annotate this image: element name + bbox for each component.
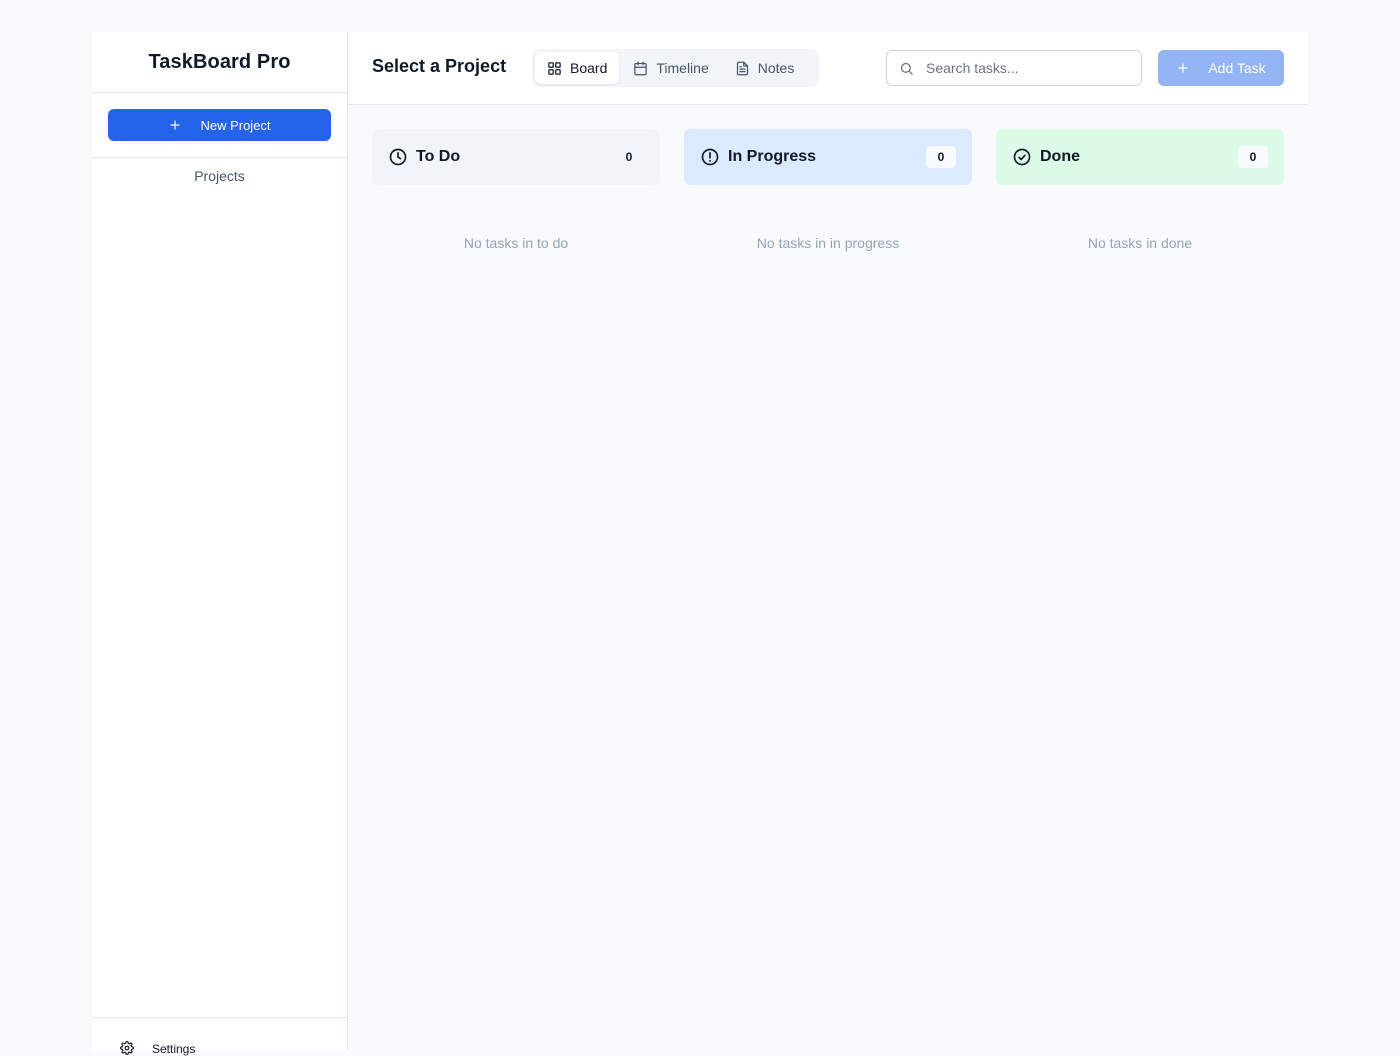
column-in-progress: In Progress 0 No tasks in in progress	[684, 129, 972, 251]
new-project-section: New Project	[92, 93, 347, 158]
empty-state: No tasks in done	[1087, 235, 1193, 251]
alert-circle-icon	[701, 148, 719, 166]
kanban-board: To Do 0 No tasks in to do In Progress 0 …	[372, 129, 1284, 251]
task-count-badge: 0	[926, 146, 956, 168]
add-task-label: Add Task	[1208, 60, 1266, 76]
plus-icon	[1178, 63, 1188, 73]
new-project-label: New Project	[200, 117, 271, 133]
empty-state: No tasks in in progress	[756, 235, 900, 251]
new-project-button[interactable]: New Project	[108, 109, 331, 141]
app-title: TaskBoard Pro	[92, 32, 347, 93]
task-count-badge: 0	[1238, 146, 1268, 168]
top-bar: Select a Project Board Timeline Notes Se…	[348, 32, 1308, 105]
search-input[interactable]	[926, 60, 1126, 76]
main-content: Select a Project Board Timeline Notes Se…	[348, 32, 1308, 1050]
tab-timeline[interactable]: Timeline	[621, 52, 720, 84]
column-header: Done 0	[996, 129, 1284, 185]
column-done: Done 0 No tasks in done	[996, 129, 1284, 251]
clock-icon	[389, 148, 407, 166]
search-box	[886, 50, 1142, 86]
column-header: To Do 0	[372, 129, 660, 185]
column-header: In Progress 0	[684, 129, 972, 185]
tab-label: Board	[570, 60, 608, 76]
plus-icon	[170, 120, 181, 130]
empty-state: No tasks in to do	[463, 235, 569, 251]
projects-heading: Projects	[194, 168, 245, 184]
app-window: TaskBoard Pro New Project Projects Setti…	[92, 32, 1308, 1056]
calendar-icon	[634, 61, 648, 75]
settings-label: Settings	[152, 1042, 196, 1056]
tab-label: Timeline	[656, 60, 709, 76]
settings-link[interactable]: Settings	[92, 1017, 347, 1056]
tab-label: Notes	[757, 60, 795, 76]
gear-icon	[120, 1041, 134, 1055]
document-icon	[736, 61, 748, 75]
task-count-badge: 0	[614, 146, 644, 168]
column-title: To Do	[416, 148, 461, 165]
check-circle-icon	[1013, 148, 1031, 166]
tab-board[interactable]: Board	[535, 52, 620, 84]
add-task-button[interactable]: Add Task	[1158, 50, 1284, 86]
view-tabs: Board Timeline Notes	[532, 49, 819, 87]
tab-notes[interactable]: Notes	[723, 52, 807, 84]
column-title: Done	[1040, 148, 1080, 165]
column-todo: To Do 0 No tasks in to do	[372, 129, 660, 251]
column-title: In Progress	[728, 148, 817, 165]
search-icon	[900, 62, 913, 75]
grid-icon	[548, 61, 561, 75]
sidebar: TaskBoard Pro New Project Projects Setti…	[92, 32, 348, 1056]
page-title: Select a Project	[372, 56, 507, 76]
